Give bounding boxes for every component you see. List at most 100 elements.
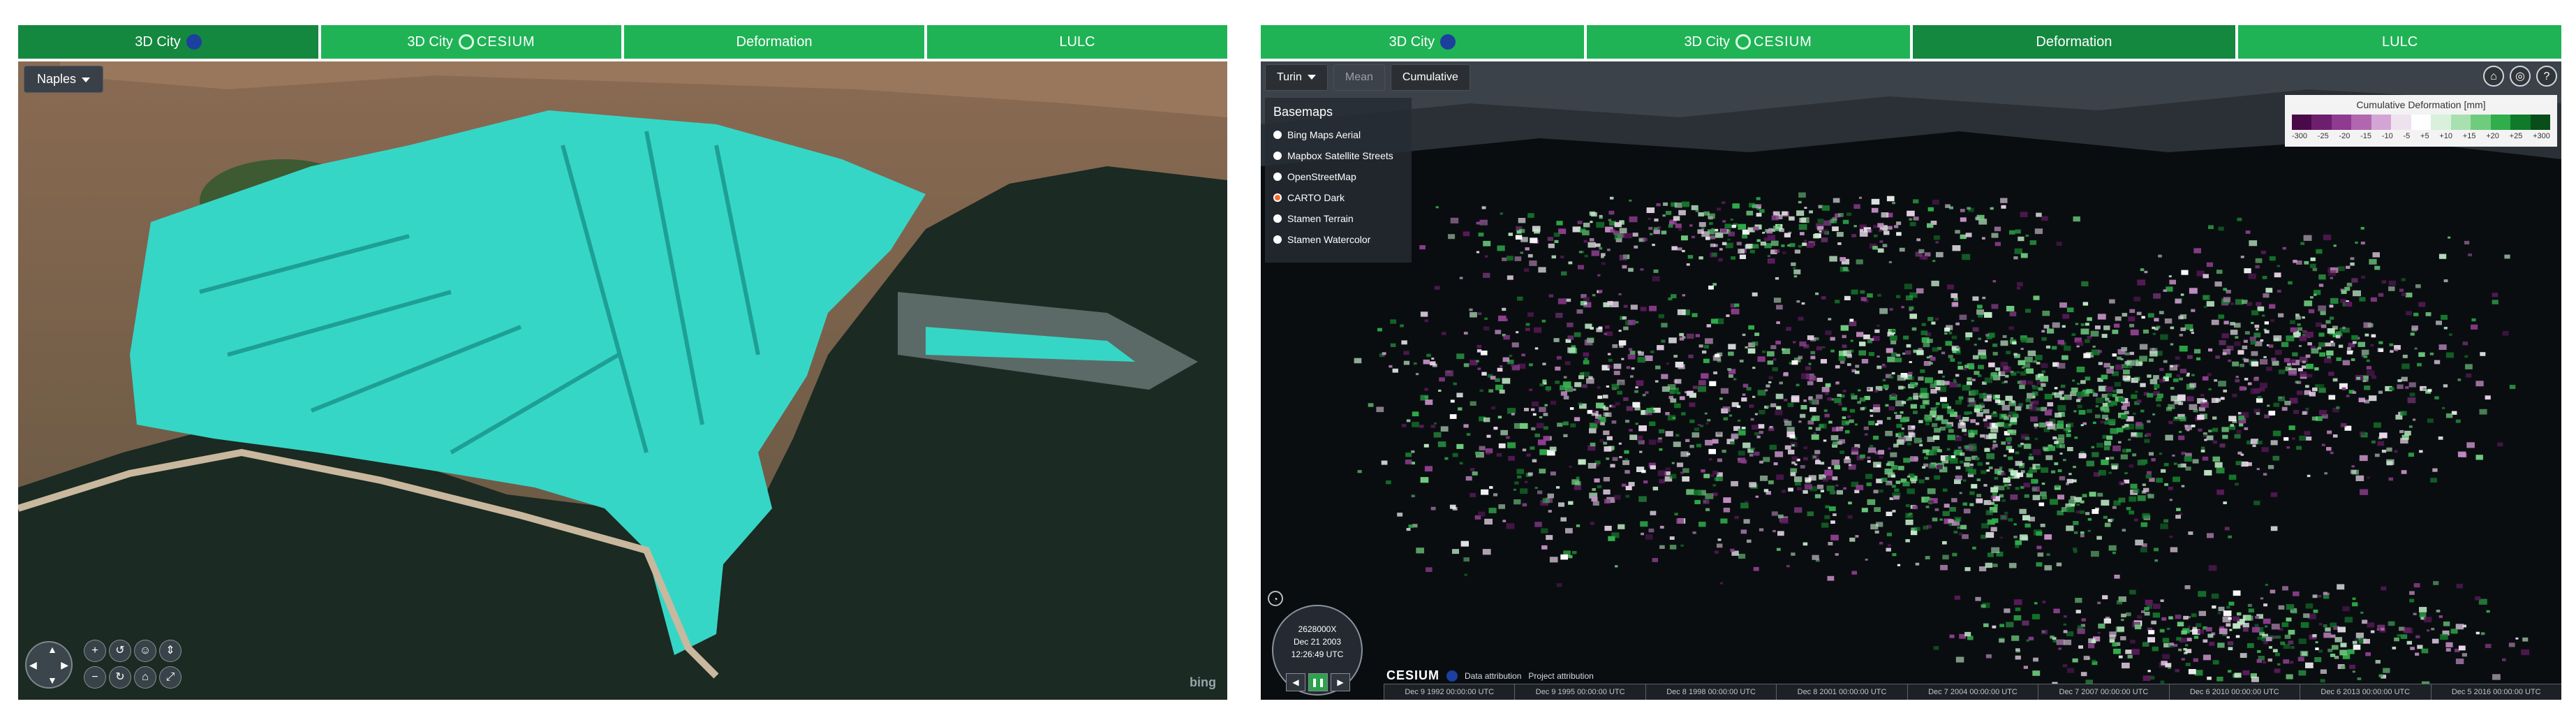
radio-icon xyxy=(1273,131,1282,139)
deformation-3d-view[interactable]: Turin Mean Cumulative ⌂ ◎ ? Basemaps Bin… xyxy=(1261,61,2561,700)
home-icon[interactable]: ⌂ xyxy=(134,666,156,689)
nasa-logo-icon xyxy=(186,34,202,50)
bing-attribution: bing xyxy=(1190,675,1216,689)
legend-tick-label: -20 xyxy=(2339,132,2351,140)
home-icon[interactable]: ⌂ xyxy=(2483,66,2504,87)
timeline-tick: Dec 8 1998 00:00:00 UTC xyxy=(1645,684,1776,700)
tab-deformation[interactable]: Deformation xyxy=(1912,25,2239,59)
timeline-tick: Dec 7 2007 00:00:00 UTC xyxy=(2038,684,2168,700)
legend-swatch xyxy=(2292,115,2312,130)
legend-tick-label: +15 xyxy=(2462,132,2476,140)
tab-label: LULC xyxy=(1059,34,1095,50)
tilt-icon[interactable]: ⇕ xyxy=(159,640,182,662)
caret-down-icon xyxy=(1307,75,1316,80)
tab-label: 3D City xyxy=(135,34,181,50)
animation-widget: ◔ 2628000X Dec 21 2003 12:26:49 UTC ◀ ❚❚… xyxy=(1265,591,1384,696)
legend-tick-label: +5 xyxy=(2420,132,2429,140)
clock-line-1: 2628000X xyxy=(1298,624,1337,634)
rotate-left-icon[interactable]: ↺ xyxy=(109,640,131,662)
nasa-logo-icon xyxy=(1446,670,1458,682)
cesium-logo-icon xyxy=(458,34,474,50)
timeline-bar[interactable]: Dec 9 1992 00:00:00 UTC Dec 9 1995 00:00… xyxy=(1384,684,2561,700)
legend-tick-label: +25 xyxy=(2509,132,2523,140)
reverse-icon[interactable]: ◀ xyxy=(1286,673,1305,691)
basemap-option[interactable]: Stamen Watercolor xyxy=(1273,234,1403,245)
tab-3d-city-nasa[interactable]: 3D City xyxy=(1261,25,1587,59)
basemap-option[interactable]: Stamen Terrain xyxy=(1273,213,1403,224)
timeline-tick: Dec 6 2010 00:00:00 UTC xyxy=(2168,684,2300,700)
legend-swatch xyxy=(2391,115,2411,130)
radio-selected-icon xyxy=(1273,193,1282,202)
legend-swatch xyxy=(2331,115,2352,130)
tab-lulc[interactable]: LULC xyxy=(927,25,1227,59)
basemap-label: Bing Maps Aerial xyxy=(1287,129,1361,140)
tab-label: LULC xyxy=(2382,34,2418,50)
rotate-right-icon[interactable]: ↻ xyxy=(109,666,131,689)
mean-button[interactable]: Mean xyxy=(1333,64,1385,91)
tab-3d-city-cesium[interactable]: 3D City CESIUM xyxy=(1586,25,1913,59)
basemap-option-selected[interactable]: CARTO Dark xyxy=(1273,192,1403,203)
tab-label: 3D City xyxy=(1389,34,1435,50)
speed-dial-icon[interactable]: ◔ xyxy=(1268,591,1283,606)
tab-3d-city-cesium[interactable]: 3D City CESIUM xyxy=(321,25,624,59)
legend-swatch xyxy=(2371,115,2392,130)
tab-deformation[interactable]: Deformation xyxy=(624,25,927,59)
naples-aerial-scene xyxy=(18,61,1227,700)
city-select-dropdown[interactable]: Turin xyxy=(1265,64,1328,91)
legend-tick-label: +300 xyxy=(2533,132,2550,140)
legend-swatch xyxy=(2431,115,2451,130)
tab-lulc[interactable]: LULC xyxy=(2238,25,2561,59)
basemaps-panel: Basemaps Bing Maps Aerial Mapbox Satelli… xyxy=(1265,98,1412,263)
map-3d-view[interactable]: Naples ▲ ▼ ◀ ▶ + − ↺ ↻ ☺ ⌂ ⇕ ⤢ bing xyxy=(18,61,1227,700)
cesium-brand-text: CESIUM xyxy=(1754,34,1812,50)
basemap-option[interactable]: OpenStreetMap xyxy=(1273,171,1403,182)
legend-tick-label: -15 xyxy=(2360,132,2372,140)
zoom-in-icon[interactable]: + xyxy=(84,640,106,662)
basemap-option[interactable]: Bing Maps Aerial xyxy=(1273,129,1403,140)
person-icon[interactable]: ☺ xyxy=(134,640,156,662)
legend-swatch xyxy=(2411,115,2431,130)
legend-swatch xyxy=(2311,115,2332,130)
compass-icon[interactable]: ▲ ▼ ◀ ▶ xyxy=(25,641,73,689)
basemap-label: Stamen Watercolor xyxy=(1287,234,1371,245)
fullscreen-icon[interactable]: ⤢ xyxy=(159,666,182,689)
credits-bar: CESIUM Data attribution Project attribut… xyxy=(1386,668,1594,683)
legend-tick-label: +20 xyxy=(2486,132,2499,140)
play-icon[interactable]: ▶ xyxy=(1331,673,1350,691)
navigation-controls: ▲ ▼ ◀ ▶ + − ↺ ↻ ☺ ⌂ ⇕ ⤢ xyxy=(25,637,200,693)
globe-icon[interactable]: ◎ xyxy=(2510,66,2531,87)
zoom-out-icon[interactable]: − xyxy=(84,666,106,689)
legend-swatch xyxy=(2471,115,2491,130)
city-select-label: Turin xyxy=(1277,71,1302,83)
timeline-tick: Dec 9 1992 00:00:00 UTC xyxy=(1384,684,1514,700)
city-select-dropdown[interactable]: Naples xyxy=(24,66,104,93)
cesium-credit-logo: CESIUM xyxy=(1386,668,1440,682)
clock-date: Dec 21 2003 xyxy=(1293,637,1342,647)
timeline-tick: Dec 9 1995 00:00:00 UTC xyxy=(1514,684,1645,700)
timeline-tick: Dec 5 2016 00:00:00 UTC xyxy=(2430,684,2561,700)
naples-3d-city-panel: 3D City 3D City CESIUM Deformation LULC xyxy=(18,25,1227,700)
timeline-tick: Dec 7 2004 00:00:00 UTC xyxy=(1907,684,2038,700)
pause-icon[interactable]: ❚❚ xyxy=(1308,673,1328,691)
legend-swatch xyxy=(2530,115,2551,130)
legend-swatch xyxy=(2450,115,2471,130)
legend-tick-label: -25 xyxy=(2317,132,2329,140)
radio-icon xyxy=(1273,214,1282,223)
timeline-tick: Dec 8 2001 00:00:00 UTC xyxy=(1776,684,1907,700)
timeline-tick: Dec 6 2013 00:00:00 UTC xyxy=(2300,684,2430,700)
playback-controls: ◀ ❚❚ ▶ xyxy=(1286,673,1350,691)
project-attribution-link[interactable]: Project attribution xyxy=(1528,671,1593,681)
left-tab-bar: 3D City 3D City CESIUM Deformation LULC xyxy=(18,25,1227,59)
tab-label: Deformation xyxy=(2036,34,2112,50)
cumulative-button[interactable]: Cumulative xyxy=(1390,64,1470,91)
data-attribution-link[interactable]: Data attribution xyxy=(1465,671,1521,681)
basemap-option[interactable]: Mapbox Satellite Streets xyxy=(1273,150,1403,161)
cesium-brand-text: CESIUM xyxy=(476,34,535,50)
legend-tick-label: +10 xyxy=(2439,132,2453,140)
cesium-logo-icon xyxy=(1735,34,1752,50)
basemaps-title: Basemaps xyxy=(1273,105,1333,119)
tab-3d-city-nasa[interactable]: 3D City xyxy=(18,25,321,59)
caret-down-icon xyxy=(82,77,91,82)
deformation-legend: Cumulative Deformation [mm] -300 -25 -20 -1… xyxy=(2285,95,2557,147)
help-icon[interactable]: ? xyxy=(2536,66,2557,87)
